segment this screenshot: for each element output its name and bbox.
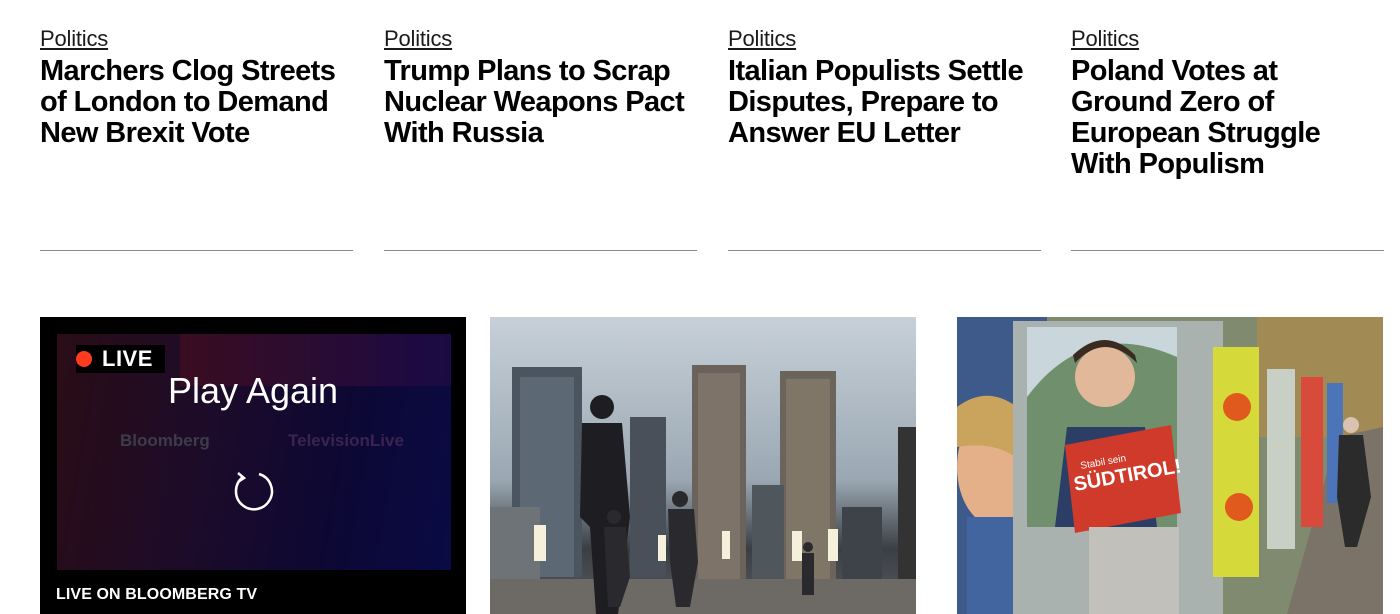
city-photo[interactable] — [490, 317, 916, 614]
live-dot-icon — [76, 351, 92, 367]
bloomberg-watermark: Bloomberg — [120, 431, 210, 450]
story-headline[interactable]: Trump Plans to Scrap Nuclear Weapons Pac… — [384, 56, 696, 149]
divider — [1071, 250, 1384, 251]
story-category[interactable]: Politics — [1071, 26, 1383, 52]
television-live-watermark: TelevisionLive — [288, 431, 404, 450]
replay-icon[interactable] — [229, 467, 277, 515]
story-card[interactable]: Politics Marchers Clog Streets of London… — [40, 26, 352, 149]
story-headline[interactable]: Marchers Clog Streets of London to Deman… — [40, 56, 352, 149]
story-category[interactable]: Politics — [384, 26, 696, 52]
story-category[interactable]: Politics — [40, 26, 352, 52]
story-headline[interactable]: Poland Votes at Ground Zero of European … — [1071, 56, 1383, 180]
election-posters-photo[interactable]: Stabil sein SÜDTIROL! — [957, 317, 1383, 614]
story-card[interactable]: Politics Poland Votes at Ground Zero of … — [1071, 26, 1383, 180]
story-card[interactable]: Politics Italian Populists Settle Disput… — [728, 26, 1040, 149]
divider — [40, 250, 353, 251]
live-badge-label: LIVE — [102, 346, 153, 371]
divider — [728, 250, 1041, 251]
live-badge: LIVE — [76, 345, 165, 373]
live-caption: LIVE ON BLOOMBERG TV — [56, 586, 258, 603]
story-category[interactable]: Politics — [728, 26, 1040, 52]
live-video-player[interactable]: LIVE Play Again Bloomberg TelevisionLive… — [40, 317, 466, 614]
divider — [384, 250, 697, 251]
story-headline[interactable]: Italian Populists Settle Disputes, Prepa… — [728, 56, 1040, 149]
play-again-button[interactable]: Play Again — [40, 370, 466, 412]
story-card[interactable]: Politics Trump Plans to Scrap Nuclear We… — [384, 26, 696, 149]
